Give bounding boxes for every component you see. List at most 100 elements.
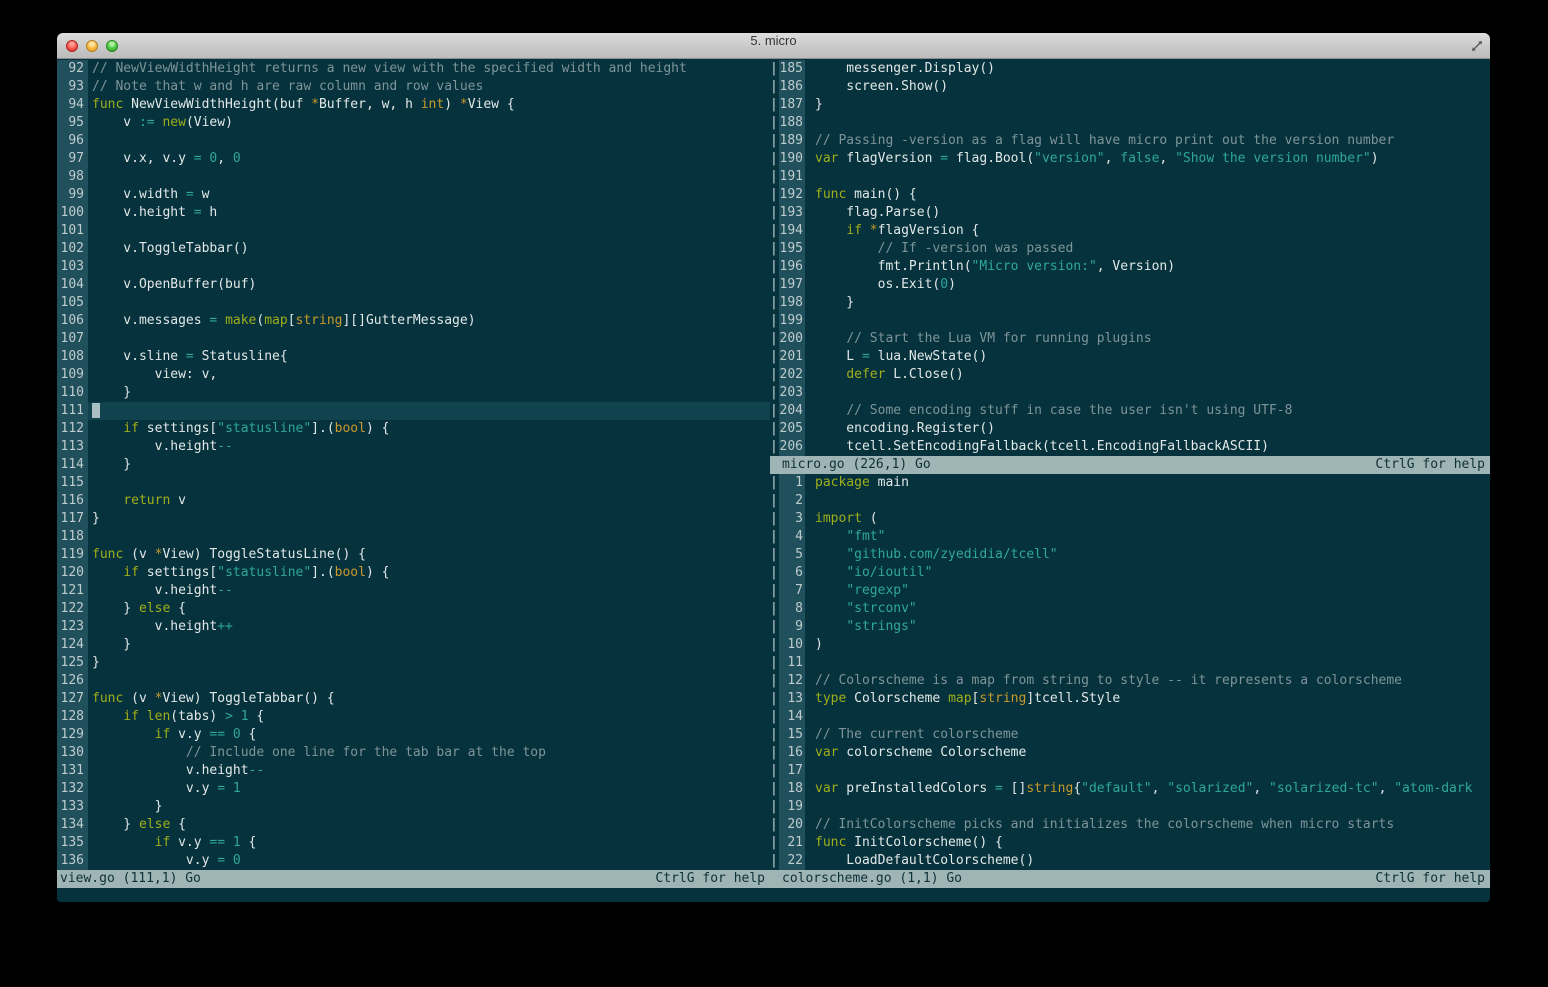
code-text: } (92, 799, 163, 814)
code-text: defer L.Close() (846, 367, 964, 382)
code-text: "io/ioutil" (846, 565, 933, 580)
code-text: v.height++ (92, 619, 233, 634)
editor-pane-colorscheme-go[interactable]: | 1 package main | 2 | 3 import (| 4 "fmt" | 5 "gi… (770, 474, 1490, 870)
code-line: | 10) (770, 636, 1490, 654)
pane-divider: | (770, 294, 779, 312)
line-number: 105 (57, 294, 88, 312)
statusbar-help-hint: CtrlG for help (655, 871, 765, 886)
code-text: ) (815, 637, 823, 652)
editor-pane-view-go[interactable]: 92 // NewViewWidthHeight returns a new vi… (57, 60, 770, 870)
line-number: 19 (779, 798, 805, 816)
pane-divider: | (770, 690, 779, 708)
line-number: 199 (779, 312, 805, 330)
code-line: | 205 encoding.Register() (770, 420, 1490, 438)
code-line: 108 v.sline = Statusline{ (57, 348, 770, 366)
line-number: 203 (779, 384, 805, 402)
code-line: 113 v.height-- (57, 438, 770, 456)
code-line: | 17 (770, 762, 1490, 780)
pane-divider: | (770, 528, 779, 546)
code-line: | 2 (770, 492, 1490, 510)
code-text: } (92, 511, 100, 526)
code-line: 127 func (v *View) ToggleTabbar() { (57, 690, 770, 708)
line-number: 127 (57, 690, 88, 708)
code-line: | 22 LoadDefaultColorscheme() (770, 852, 1490, 870)
code-text: "strings" (846, 619, 917, 634)
code-line: | 7 "regexp" (770, 582, 1490, 600)
line-number: 110 (57, 384, 88, 402)
code-text: import ( (815, 511, 878, 526)
code-text: var preInstalledColors = []string{"defau… (815, 781, 1473, 796)
code-line: | 13 type Colorscheme map[string]tcell.Sty… (770, 690, 1490, 708)
code-line: 100 v.height = h (57, 204, 770, 222)
statusbar-colorscheme-go: colorscheme.go (1,1) Go CtrlG for help (770, 870, 1490, 888)
editor-pane-micro-go[interactable]: | 185 messenger.Display() | 186 screen.Show… (770, 60, 1490, 456)
line-number: 192 (779, 186, 805, 204)
code-line: | 203 (770, 384, 1490, 402)
line-number: 108 (57, 348, 88, 366)
code-text: func NewViewWidthHeight(buf *Buffer, w, … (92, 97, 515, 112)
code-text: // Some encoding stuff in case the user … (846, 403, 1293, 418)
pane-divider: | (770, 384, 779, 402)
code-text: // The current colorscheme (815, 727, 1019, 742)
pane-divider: | (770, 816, 779, 834)
resize-icon[interactable] (1470, 39, 1484, 53)
code-text: var colorscheme Colorscheme (815, 745, 1027, 760)
code-text: if settings["statusline"].(bool) { (123, 421, 390, 436)
line-number: 185 (779, 60, 805, 78)
line-number: 136 (57, 852, 88, 870)
pane-divider: | (770, 636, 779, 654)
code-line: 133 } (57, 798, 770, 816)
code-text: messenger.Display() (815, 61, 996, 76)
code-text (88, 402, 770, 420)
line-number: 120 (57, 564, 88, 582)
line-number: 15 (779, 726, 805, 744)
pane-view-go: 92 // NewViewWidthHeight returns a new vi… (57, 60, 770, 888)
line-number: 121 (57, 582, 88, 600)
code-text: func InitColorscheme() { (815, 835, 1003, 850)
code-text: } (815, 295, 855, 310)
window-titlebar[interactable]: 5. micro (57, 33, 1490, 59)
pane-divider: | (770, 438, 779, 456)
line-number: 200 (779, 330, 805, 348)
code-text: if len(tabs) > 1 { (123, 709, 265, 724)
window-title: 5. micro (750, 33, 797, 48)
code-text: // Colorscheme is a map from string to s… (815, 673, 1402, 688)
line-number: 132 (57, 780, 88, 798)
line-number: 188 (779, 114, 805, 132)
code-text: } else { (92, 817, 186, 832)
code-text: L = lua.NewState() (815, 349, 988, 364)
code-line: 101 (57, 222, 770, 240)
code-text: } (92, 637, 132, 652)
code-line: 132 v.y = 1 (57, 780, 770, 798)
line-number: 3 (779, 510, 805, 528)
code-line: | 202 defer L.Close() (770, 366, 1490, 384)
code-line: 104 v.OpenBuffer(buf) (57, 276, 770, 294)
code-line: 95 v := new(View) (57, 114, 770, 132)
code-text: // NewViewWidthHeight returns a new view… (92, 61, 687, 76)
line-number: 103 (57, 258, 88, 276)
code-line: | 18 var preInstalledColors = []string{"de… (770, 780, 1490, 798)
line-number: 130 (57, 744, 88, 762)
line-number: 195 (779, 240, 805, 258)
line-number: 133 (57, 798, 88, 816)
code-text: } (92, 457, 132, 472)
code-text: if settings["statusline"].(bool) { (123, 565, 390, 580)
pane-divider: | (770, 330, 779, 348)
line-number: 206 (779, 438, 805, 456)
code-line: 122 } else { (57, 600, 770, 618)
line-number: 124 (57, 636, 88, 654)
line-number: 126 (57, 672, 88, 690)
code-text: fmt.Println("Micro version:", Version) (815, 259, 1176, 274)
line-number: 134 (57, 816, 88, 834)
code-text: tcell.SetEncodingFallback(tcell.Encoding… (815, 439, 1269, 454)
code-line: 131 v.height-- (57, 762, 770, 780)
line-number: 93 (57, 78, 88, 96)
statusbar-file-info: micro.go (226,1) Go (782, 457, 931, 472)
pane-divider: | (770, 150, 779, 168)
code-line: | 187} (770, 96, 1490, 114)
code-line: | 185 messenger.Display() (770, 60, 1490, 78)
